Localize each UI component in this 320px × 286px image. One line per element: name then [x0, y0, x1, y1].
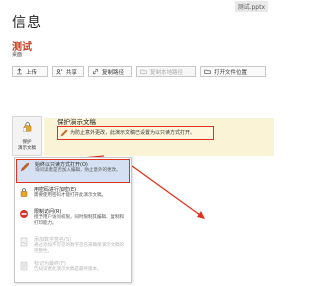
- menu-item-mark-as-final[interactable]: 标记为最终(F) 告知读者此演示文稿是最终版本。: [16, 259, 130, 279]
- share-label: 共享: [66, 69, 78, 76]
- copy-path-label: 复制路径: [102, 69, 125, 76]
- readonly-pencil-icon: [20, 162, 30, 172]
- menu-item-title: 限制访问(R): [34, 209, 62, 215]
- menu-item-title: 用密码进行加密(E): [34, 187, 77, 193]
- file-name-label: 测试.pptx: [234, 1, 268, 12]
- copy-local-path-button[interactable]: 复制本地路径: [136, 66, 196, 77]
- document-final-icon: [20, 261, 28, 271]
- open-file-location-button[interactable]: 打开文件位置: [200, 66, 266, 77]
- menu-item-title: 添加数字签名(S): [34, 237, 72, 243]
- menu-item-title: 标记为最终(F): [34, 261, 66, 267]
- menu-item-description: 需要使用密码才能打开此演示文稿。: [34, 193, 106, 198]
- copy-path-button[interactable]: 复制路径: [88, 66, 132, 77]
- upload-icon: [17, 68, 22, 75]
- document-location: 桌面: [12, 52, 23, 58]
- annotation-arrow-line-2: [131, 165, 201, 216]
- menu-item-title: 始终以只读方式打开(O): [35, 162, 88, 168]
- upload-label: 上传: [26, 69, 38, 76]
- lock-key-icon: [20, 188, 28, 197]
- folder-icon: [204, 69, 211, 74]
- upload-button[interactable]: 上传: [12, 66, 48, 77]
- readonly-warning-text: 为防止意外更改，此演示文稿已设置为以只读方式打开。: [70, 130, 196, 136]
- menu-item-always-open-readonly[interactable]: 始终以只读方式打开(O) 询问读者是否加入编辑，防止意外的更改。: [16, 159, 130, 183]
- lock-icon: [23, 122, 32, 132]
- menu-item-restrict-access[interactable]: 限制访问(R) 授予用户访问权限，同时限制其编辑、复制和打印能力。: [16, 207, 130, 233]
- action-toolbar: 上传 共享 复制路径 复制本地路径 打开文件位置: [12, 66, 274, 78]
- menu-item-add-digital-signature[interactable]: 添加数字签名(S) 通过添加不可见的数字签名来确保演示文稿的完整性。: [16, 235, 130, 257]
- protect-presentation-menu: 始终以只读方式打开(O) 询问读者是否加入编辑，防止意外的更改。 用密码进行加密…: [14, 157, 132, 283]
- share-button[interactable]: 共享: [52, 66, 84, 77]
- folder-link-icon: [140, 69, 147, 74]
- menu-item-description: 告知读者此演示文稿是最终版本。: [34, 267, 102, 272]
- annotation-arrowhead-2: [197, 211, 205, 219]
- share-icon: [56, 69, 63, 75]
- menu-item-encrypt-password[interactable]: 用密码进行加密(E) 需要使用密码才能打开此演示文稿。: [16, 185, 130, 205]
- protect-presentation-heading: 保护演示文稿: [57, 118, 96, 126]
- protect-presentation-label: 保护 演示文稿: [18, 140, 36, 151]
- pencil-no-edit-icon: [60, 129, 68, 137]
- menu-item-description: 授予用户访问权限，同时限制其编辑、复制和打印能力。: [34, 215, 124, 226]
- signature-document-icon: [20, 237, 28, 247]
- link-icon: [92, 68, 99, 75]
- menu-item-description: 询问读者是否加入编辑，防止意外的更改。: [35, 168, 121, 173]
- copy-local-path-label: 复制本地路径: [150, 69, 184, 76]
- menu-item-description: 通过添加不可见的数字签名来确保演示文稿的完整性。: [34, 243, 124, 254]
- no-entry-icon: [20, 210, 28, 218]
- open-file-location-label: 打开文件位置: [214, 69, 248, 76]
- page-title: 信息: [12, 15, 42, 31]
